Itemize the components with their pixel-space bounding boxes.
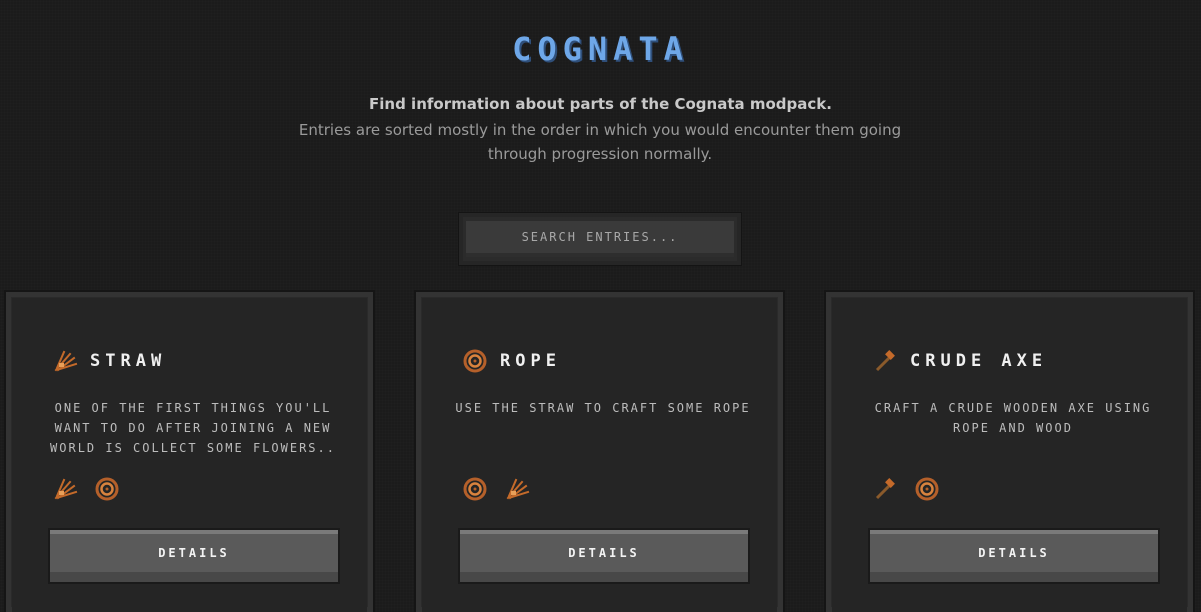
straw-icon [54,478,78,500]
page-subtitle: Find information about parts of the Cogn… [369,95,832,113]
card-title-row: ROPE [462,348,561,374]
card-body: ROPE USE THE STRAW TO CRAFT SOME ROPE DE… [422,298,777,612]
card-items [462,476,530,502]
card-description: CRAFT A CRUDE WOODEN AXE USING ROPE AND … [874,401,1152,435]
rope-icon [463,477,487,501]
axe-icon [875,478,895,500]
rope-icon [463,349,487,373]
card-items [52,476,120,502]
entry-card-crude-axe: CRUDE AXE CRAFT A CRUDE WOODEN AXE USING… [826,292,1193,612]
straw-icon [54,350,78,372]
card-title-row: STRAW [52,348,166,374]
card-title-row: CRUDE AXE [872,348,1047,374]
card-title: STRAW [90,351,167,371]
card-body: CRUDE AXE CRAFT A CRUDE WOODEN AXE USING… [832,298,1187,612]
entry-card-straw: STRAW ONE OF THE FIRST THINGS YOU'LL WAN… [6,292,373,612]
details-button[interactable]: DETAILS [460,530,748,582]
card-title: CRUDE AXE [910,351,1048,371]
rope-icon [95,477,119,501]
page-description: Entries are sorted mostly in the order i… [298,121,902,163]
card-items [872,476,940,502]
card-description: USE THE STRAW TO CRAFT SOME ROPE [455,401,751,415]
search-box [459,213,741,265]
page-title: COGNATA [512,30,689,68]
card-title: ROPE [500,351,561,371]
card-description: ONE OF THE FIRST THINGS YOU'LL WANT TO D… [50,401,336,455]
straw-icon [506,478,530,500]
details-button[interactable]: DETAILS [870,530,1158,582]
card-body: STRAW ONE OF THE FIRST THINGS YOU'LL WAN… [12,298,367,612]
rope-icon [915,477,939,501]
details-button[interactable]: DETAILS [50,530,338,582]
axe-icon [875,350,895,372]
entry-card-rope: ROPE USE THE STRAW TO CRAFT SOME ROPE DE… [416,292,783,612]
search-input[interactable] [466,221,734,257]
